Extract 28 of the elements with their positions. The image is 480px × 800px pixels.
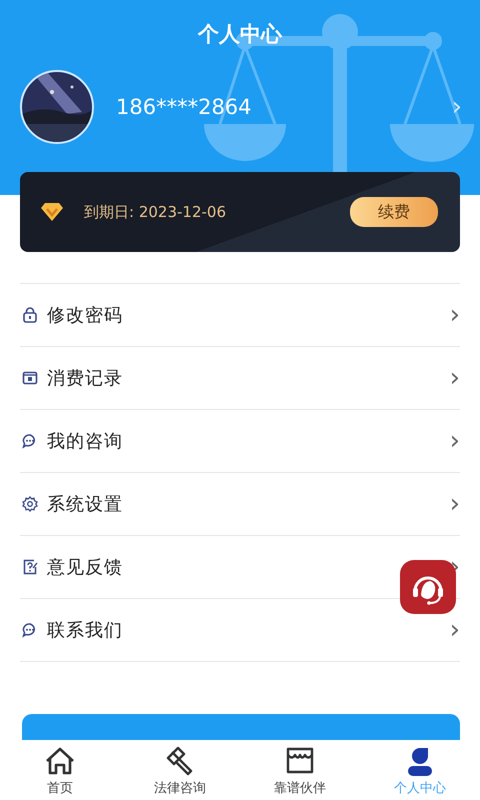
receipt-icon bbox=[22, 370, 38, 386]
shop-icon bbox=[284, 746, 316, 776]
phone-number: 186****2864 bbox=[116, 95, 253, 119]
diamond-icon bbox=[40, 202, 64, 222]
chevron-icon: › bbox=[450, 428, 460, 454]
chevron-icon: › bbox=[450, 491, 460, 517]
expiry-date: 到期日: 2023-12-06 bbox=[84, 202, 227, 222]
chevron-icon: › bbox=[450, 365, 460, 391]
menu-item[interactable]: 系统设置 › bbox=[20, 472, 460, 535]
chevron-icon: › bbox=[450, 617, 460, 643]
chevron-icon: › bbox=[452, 92, 462, 122]
menu-item[interactable]: 我的咨询 › bbox=[20, 409, 460, 472]
settings-icon bbox=[22, 496, 38, 512]
chat-icon bbox=[22, 622, 38, 638]
home-icon bbox=[44, 746, 76, 776]
question-icon bbox=[22, 559, 38, 575]
tab[interactable]: 首页 bbox=[0, 740, 120, 800]
chevron-icon: › bbox=[450, 302, 460, 328]
customer-service-button[interactable] bbox=[400, 560, 456, 614]
tab[interactable]: 靠谱伙伴 bbox=[240, 740, 360, 800]
menu-item[interactable]: 消费记录 › bbox=[20, 346, 460, 409]
tab[interactable]: 法律咨询 bbox=[120, 740, 240, 800]
lock-icon bbox=[22, 307, 38, 323]
renew-button[interactable]: 续费 bbox=[350, 197, 438, 227]
page-title: 个人中心 bbox=[198, 22, 282, 46]
menu-item[interactable]: 联系我们 › bbox=[20, 598, 460, 662]
menu-item[interactable]: 修改密码 › bbox=[20, 283, 460, 346]
chat-icon bbox=[22, 433, 38, 449]
